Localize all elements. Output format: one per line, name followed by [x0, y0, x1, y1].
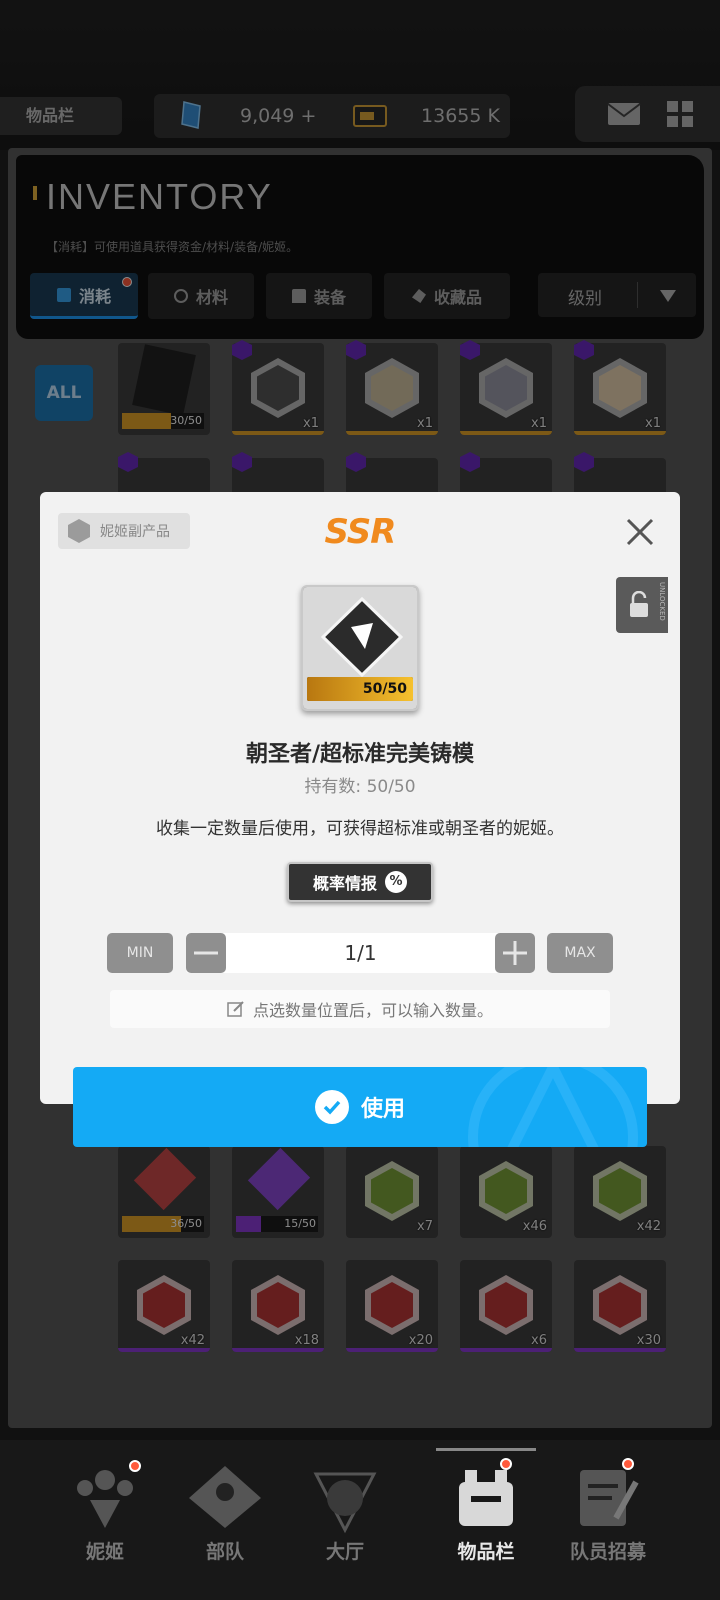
probability-info-button[interactable]: 概率情报 %	[287, 862, 433, 902]
nav-item-recruit[interactable]: 队员招募	[548, 1452, 668, 1582]
max-button[interactable]: MAX	[547, 933, 613, 973]
quantity-value[interactable]: 1/1	[226, 933, 495, 973]
notification-dot	[622, 1458, 634, 1470]
item-progress-text: 50/50	[362, 681, 407, 697]
quantity-hint: 点选数量位置后，可以输入数量。	[110, 990, 610, 1028]
nav-item-inventory[interactable]: 物品栏	[426, 1452, 546, 1582]
nav-item-squad[interactable]: 部队	[165, 1452, 285, 1582]
nav-active-indicator	[436, 1448, 536, 1451]
item-hold-count: 持有数: 50/50	[304, 777, 416, 797]
squad-icon	[189, 1466, 261, 1528]
check-icon	[314, 1090, 349, 1124]
edit-icon	[227, 1001, 244, 1017]
percent-icon: %	[385, 871, 407, 893]
notification-dot	[500, 1458, 512, 1470]
watermark-logo-icon	[468, 1067, 638, 1147]
item-description: 收集一定数量后使用，可获得超标准或朝圣者的妮姬。	[156, 819, 564, 839]
minus-icon	[194, 951, 218, 955]
nikke-icon	[77, 1470, 133, 1528]
close-icon[interactable]	[620, 512, 660, 552]
unlock-icon[interactable]	[628, 591, 650, 619]
notification-dot	[129, 1460, 141, 1472]
recruit-icon	[580, 1470, 639, 1526]
nav-item-nikke[interactable]: 妮姬	[45, 1452, 165, 1582]
min-button[interactable]: MIN	[107, 933, 173, 973]
item-name: 朝圣者/超标准完美铸模	[245, 742, 475, 767]
lock-status: UNLOCKED	[658, 582, 666, 621]
item-progress-bar: 50/50	[307, 677, 413, 701]
category-hex-icon	[68, 519, 90, 543]
plus-icon	[503, 941, 527, 965]
inventory-icon	[459, 1470, 513, 1526]
category-tag: 妮姬副产品	[58, 513, 190, 549]
increment-button[interactable]	[495, 933, 535, 973]
lobby-icon	[313, 1472, 377, 1534]
decrement-button[interactable]	[186, 933, 226, 973]
use-button[interactable]: 使用	[73, 1067, 647, 1147]
nav-item-lobby[interactable]: 大厅	[285, 1452, 405, 1582]
rarity-label: SSR	[324, 512, 397, 552]
